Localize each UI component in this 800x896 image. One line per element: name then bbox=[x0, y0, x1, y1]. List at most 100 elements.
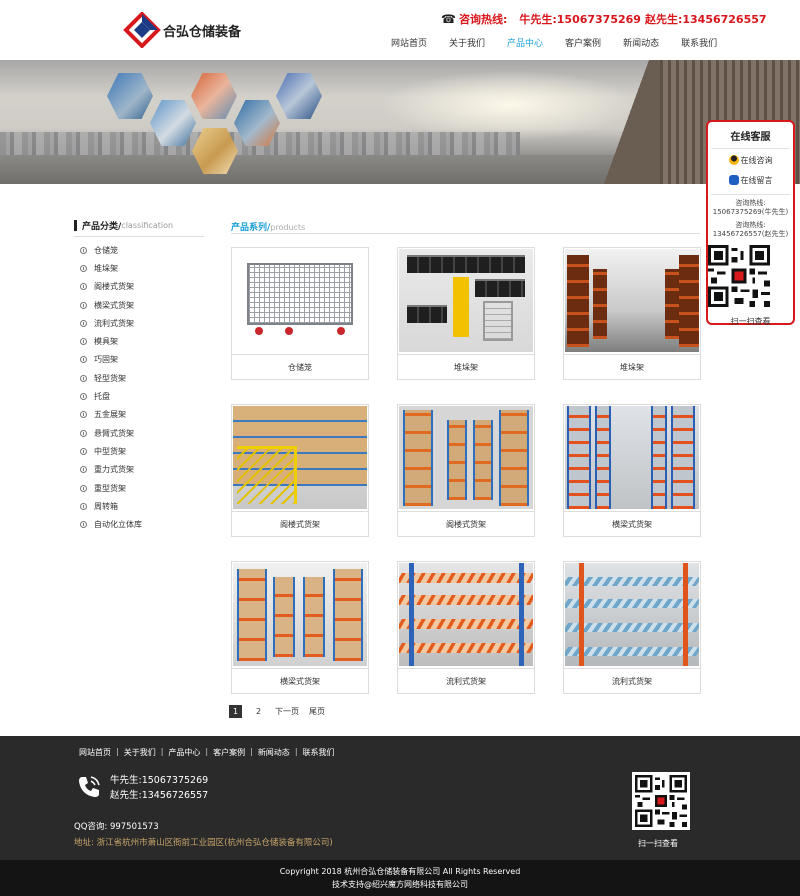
category-label: 模具架 bbox=[94, 337, 118, 347]
footer-qr bbox=[632, 772, 690, 830]
service-tel-2-value: 13456726557(赵先生) bbox=[712, 230, 789, 238]
category-item[interactable]: 堆垛架 bbox=[74, 259, 204, 277]
product-card[interactable]: 堆垛架 bbox=[397, 247, 535, 380]
service-tel-1-label: 咨询热线: bbox=[735, 199, 766, 207]
qr-code-icon bbox=[708, 245, 770, 307]
footer-nav-news[interactable]: 新闻动态 bbox=[258, 747, 290, 758]
category-item[interactable]: 仓储笼 bbox=[74, 241, 204, 259]
product-card[interactable]: 流利式货架 bbox=[397, 561, 535, 694]
products-heading: 产品系列/products bbox=[231, 220, 700, 234]
banner-hex-image bbox=[276, 73, 322, 119]
nav-separator: | bbox=[294, 747, 298, 756]
category-list: 仓储笼 堆垛架 阁楼式货架 横梁式货架 流利式货架 模具架 巧固架 轻型货架 托… bbox=[74, 241, 204, 534]
product-image[interactable] bbox=[233, 406, 367, 509]
product-caption[interactable]: 仓储笼 bbox=[232, 354, 368, 379]
product-caption[interactable]: 流利式货架 bbox=[398, 668, 534, 693]
online-service-title: 在线客服 bbox=[730, 132, 771, 143]
banner-hex-image bbox=[191, 73, 237, 119]
service-tel-1-value: 15067375269(牛先生) bbox=[712, 208, 789, 216]
bullet-icon bbox=[80, 484, 87, 492]
page: 合弘仓储装备 ☎ 咨询热线: 牛先生:15067375269 赵先生:13456… bbox=[0, 0, 800, 896]
footer-nav-cases[interactable]: 客户案例 bbox=[213, 747, 245, 758]
online-service-panel: 在线客服 在线咨询 在线留言 咨询热线: 15067375269(牛先生) 咨询… bbox=[706, 120, 795, 326]
bullet-icon bbox=[80, 502, 87, 510]
product-card[interactable]: 横梁式货架 bbox=[231, 561, 369, 694]
product-image[interactable] bbox=[565, 406, 699, 509]
footer-qq: QQ咨询: 997501573 bbox=[74, 822, 159, 832]
category-item[interactable]: 悬臂式货架 bbox=[74, 424, 204, 442]
divider bbox=[711, 194, 790, 195]
category-item[interactable]: 重型货架 bbox=[74, 479, 204, 497]
service-scan-label: 扫一扫查看 bbox=[730, 317, 771, 326]
page-1-button[interactable]: 1 bbox=[229, 705, 242, 718]
nav-contact[interactable]: 联系我们 bbox=[681, 36, 717, 49]
category-item[interactable]: 中型货架 bbox=[74, 442, 204, 460]
divider bbox=[711, 148, 790, 149]
hotline-number-1: 牛先生:15067375269 bbox=[519, 13, 641, 26]
product-caption[interactable]: 流利式货架 bbox=[564, 668, 700, 693]
category-item[interactable]: 横梁式货架 bbox=[74, 296, 204, 314]
footer-address: 地址: 浙江省杭州市萧山区衙前工业园区(杭州合弘仓储装备有限公司) bbox=[74, 838, 333, 848]
product-image[interactable] bbox=[233, 563, 367, 666]
category-item[interactable]: 托盘 bbox=[74, 387, 204, 405]
category-item[interactable]: 流利式货架 bbox=[74, 314, 204, 332]
online-consult-link[interactable]: 在线咨询 bbox=[708, 151, 793, 169]
category-item[interactable]: 巧固架 bbox=[74, 351, 204, 369]
category-label: 托盘 bbox=[94, 392, 110, 402]
product-caption[interactable]: 横梁式货架 bbox=[232, 668, 368, 693]
product-image[interactable] bbox=[399, 406, 533, 509]
footer-nav-contact[interactable]: 联系我们 bbox=[303, 747, 335, 758]
product-image[interactable] bbox=[399, 249, 533, 352]
bullet-icon bbox=[80, 429, 87, 437]
nav-about[interactable]: 关于我们 bbox=[449, 36, 485, 49]
product-card[interactable]: 流利式货架 bbox=[563, 561, 701, 694]
category-label: 仓储笼 bbox=[94, 245, 118, 255]
category-item[interactable]: 周转箱 bbox=[74, 497, 204, 515]
last-page-button[interactable]: 尾页 bbox=[309, 705, 325, 718]
service-tel-1: 咨询热线: 15067375269(牛先生) bbox=[708, 199, 793, 217]
product-caption[interactable]: 阁楼式货架 bbox=[398, 511, 534, 536]
product-card[interactable]: 仓储笼 bbox=[231, 247, 369, 380]
bullet-icon bbox=[80, 264, 87, 272]
product-image[interactable] bbox=[399, 563, 533, 666]
page-2-button[interactable]: 2 bbox=[252, 705, 265, 718]
category-item[interactable]: 自动化立体库 bbox=[74, 515, 204, 533]
pagination: 1 2 下一页 尾页 bbox=[229, 705, 335, 718]
footer-nav-home[interactable]: 网站首页 bbox=[79, 747, 111, 758]
product-image[interactable] bbox=[233, 249, 367, 352]
online-message-link[interactable]: 在线留言 bbox=[708, 171, 793, 189]
product-caption[interactable]: 堆垛架 bbox=[398, 354, 534, 379]
logo[interactable]: 合弘仓储装备 bbox=[123, 12, 241, 48]
product-image[interactable] bbox=[565, 563, 699, 666]
category-item[interactable]: 轻型货架 bbox=[74, 369, 204, 387]
product-card[interactable]: 阁楼式货架 bbox=[231, 404, 369, 537]
category-item[interactable]: 阁楼式货架 bbox=[74, 278, 204, 296]
product-card[interactable]: 阁楼式货架 bbox=[397, 404, 535, 537]
nav-home[interactable]: 网站首页 bbox=[391, 36, 427, 49]
product-card[interactable]: 横梁式货架 bbox=[563, 404, 701, 537]
hotline: ☎ 咨询热线: 牛先生:15067375269 赵先生:13456726557 bbox=[441, 11, 767, 27]
product-card[interactable]: 堆垛架 bbox=[563, 247, 701, 380]
product-image[interactable] bbox=[565, 249, 699, 352]
category-item[interactable]: 五金展架 bbox=[74, 406, 204, 424]
product-caption[interactable]: 堆垛架 bbox=[564, 354, 700, 379]
next-page-button[interactable]: 下一页 bbox=[275, 705, 299, 718]
qr-code-icon bbox=[635, 775, 687, 827]
category-label: 轻型货架 bbox=[94, 373, 126, 383]
product-caption[interactable]: 横梁式货架 bbox=[564, 511, 700, 536]
qq-icon bbox=[728, 155, 739, 165]
nav-products[interactable]: 产品中心 bbox=[507, 36, 543, 49]
bullet-icon bbox=[80, 356, 87, 364]
service-tel-2-label: 咨询热线: bbox=[735, 221, 766, 229]
product-caption[interactable]: 阁楼式货架 bbox=[232, 511, 368, 536]
category-item[interactable]: 重力式货架 bbox=[74, 461, 204, 479]
category-label: 周转箱 bbox=[94, 501, 118, 511]
nav-cases[interactable]: 客户案例 bbox=[565, 36, 601, 49]
nav-news[interactable]: 新闻动态 bbox=[623, 36, 659, 49]
footer-nav-about[interactable]: 关于我们 bbox=[124, 747, 156, 758]
footer-tel-2: 赵先生:13456726557 bbox=[110, 790, 209, 801]
category-item[interactable]: 模具架 bbox=[74, 332, 204, 350]
nav-separator: | bbox=[205, 747, 209, 756]
footer-nav-products[interactable]: 产品中心 bbox=[168, 747, 200, 758]
bullet-icon bbox=[80, 411, 87, 419]
